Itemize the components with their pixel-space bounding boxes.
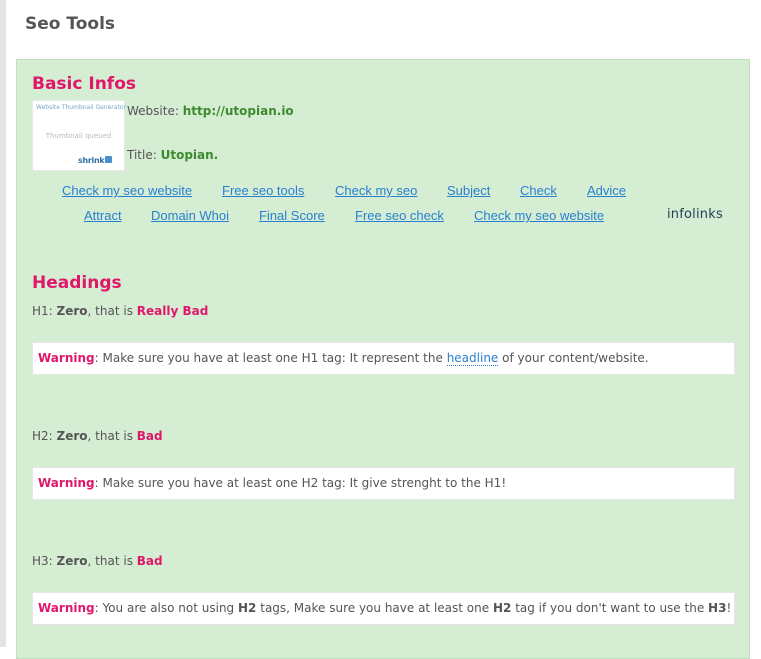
- seo-results-panel: Basic Infos Website Thumbnail Generator …: [16, 59, 750, 659]
- h2-that-is: , that is: [87, 429, 133, 443]
- h3-warning-text: tag if you don't want to use the: [515, 601, 705, 615]
- shrink-logo: shrink: [78, 156, 113, 165]
- h1-warning-text-after: of your content/website.: [502, 351, 649, 365]
- h3-warning-text: !: [726, 601, 732, 615]
- h2-label: H2:: [32, 429, 53, 443]
- h1-warning: Warning: Make sure you have at least one…: [32, 342, 735, 375]
- ad-link[interactable]: Advice: [587, 183, 626, 198]
- h1-summary: H1: Zero, that is Really Bad: [32, 304, 208, 318]
- ad-link[interactable]: Check my seo website: [62, 183, 192, 198]
- website-value: http://utopian.io: [182, 104, 294, 118]
- headline-link[interactable]: headline: [446, 351, 499, 366]
- h2-warning-label: Warning: [38, 476, 95, 490]
- shrink-logo-icon: [105, 156, 113, 163]
- h2-rating: Bad: [136, 429, 163, 443]
- ad-link[interactable]: Check: [520, 183, 557, 198]
- h3-rating: Bad: [136, 554, 163, 568]
- title-label: Title:: [127, 148, 157, 162]
- title-value: Utopian.: [160, 148, 219, 162]
- ad-link[interactable]: Check my seo website: [474, 208, 604, 223]
- h3-warning-text: : You are also not using: [94, 601, 235, 615]
- h3-count: Zero: [56, 554, 88, 568]
- h1-count: Zero: [56, 304, 88, 318]
- title-info: Title: Utopian.: [127, 148, 218, 162]
- page-title: Seo Tools: [25, 14, 116, 34]
- h3-summary: H3: Zero, that is Bad: [32, 554, 163, 568]
- h2-count: Zero: [56, 429, 88, 443]
- ad-link[interactable]: Subject: [447, 183, 490, 198]
- ad-link[interactable]: Free seo check: [355, 208, 444, 223]
- shrink-logo-text: shrink: [78, 156, 105, 165]
- h3-warning-bold: H2: [238, 601, 257, 615]
- ad-link[interactable]: Attract: [84, 208, 122, 223]
- website-info: Website: http://utopian.io: [127, 104, 294, 118]
- h3-that-is: , that is: [87, 554, 133, 568]
- h1-rating: Really Bad: [136, 304, 209, 318]
- h3-label: H3:: [32, 554, 53, 568]
- h3-warning-label: Warning: [38, 601, 95, 615]
- h1-label: H1:: [32, 304, 53, 318]
- h1-that-is: , that is: [87, 304, 133, 318]
- h2-warning: Warning: Make sure you have at least one…: [32, 467, 735, 500]
- ad-link[interactable]: Free seo tools: [222, 183, 304, 198]
- h2-warning-text: : Make sure you have at least one H2 tag…: [94, 476, 507, 490]
- website-thumbnail: Website Thumbnail Generator Thumbnail qu…: [32, 100, 126, 171]
- left-border: [0, 0, 6, 647]
- thumbnail-header: Website Thumbnail Generator: [36, 104, 126, 111]
- h3-warning: Warning: You are also not using H2 tags,…: [32, 592, 735, 625]
- ad-link[interactable]: Check my seo: [335, 183, 417, 198]
- headings-heading: Headings: [32, 273, 122, 293]
- h1-warning-text: : Make sure you have at least one H1 tag…: [94, 351, 443, 365]
- h2-summary: H2: Zero, that is Bad: [32, 429, 163, 443]
- ad-link[interactable]: Final Score: [259, 208, 325, 223]
- h3-warning-text: tags, Make sure you have at least one: [260, 601, 490, 615]
- h1-warning-label: Warning: [38, 351, 95, 365]
- thumbnail-status: Thumbnail queued: [45, 132, 112, 140]
- h3-warning-bold: H2: [492, 601, 512, 615]
- infolinks-logo[interactable]: infolinks: [667, 207, 723, 222]
- website-label: Website:: [127, 104, 179, 118]
- ad-link[interactable]: Domain Whoi: [151, 208, 229, 223]
- basic-infos-heading: Basic Infos: [32, 74, 136, 94]
- h3-warning-bold: H3: [708, 601, 727, 615]
